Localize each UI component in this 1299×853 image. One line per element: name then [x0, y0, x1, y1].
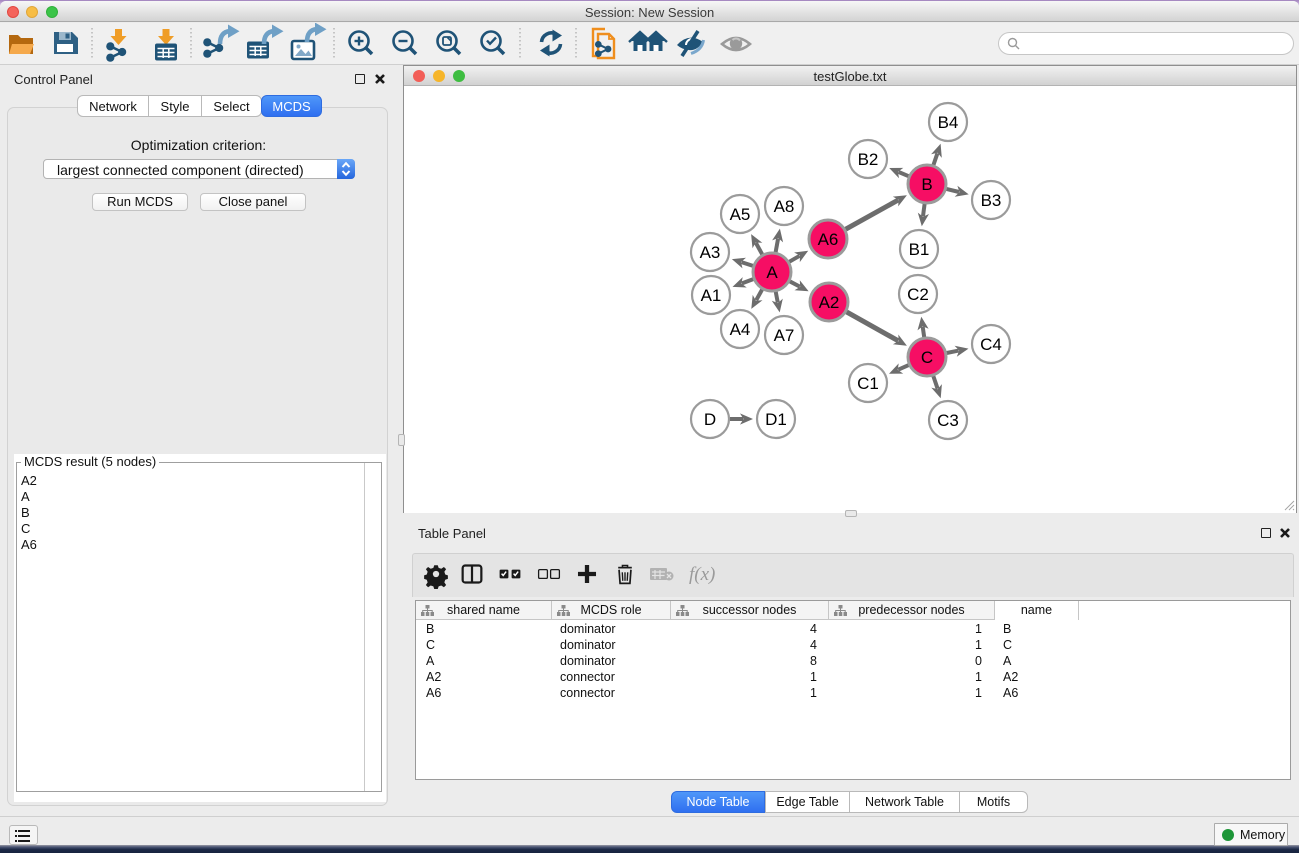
svg-text:A3: A3: [700, 243, 721, 262]
svg-text:B4: B4: [938, 113, 959, 132]
svg-text:C: C: [921, 348, 933, 367]
svg-text:B2: B2: [858, 150, 879, 169]
svg-text:C2: C2: [907, 285, 929, 304]
svg-text:C4: C4: [980, 335, 1002, 354]
svg-text:A7: A7: [774, 326, 795, 345]
svg-text:f(x): f(x): [689, 564, 715, 585]
svg-text:C1: C1: [857, 374, 879, 393]
svg-text:A2: A2: [819, 293, 840, 312]
svg-text:A6: A6: [818, 230, 839, 249]
svg-text:A1: A1: [701, 286, 722, 305]
svg-text:D: D: [704, 410, 716, 429]
svg-text:A8: A8: [774, 197, 795, 216]
svg-text:C3: C3: [937, 411, 959, 430]
svg-text:D1: D1: [765, 410, 787, 429]
svg-text:A5: A5: [730, 205, 751, 224]
svg-text:B1: B1: [909, 240, 930, 259]
svg-text:B3: B3: [981, 191, 1002, 210]
svg-text:A4: A4: [730, 320, 751, 339]
svg-text:A: A: [766, 263, 778, 282]
svg-text:B: B: [921, 175, 932, 194]
